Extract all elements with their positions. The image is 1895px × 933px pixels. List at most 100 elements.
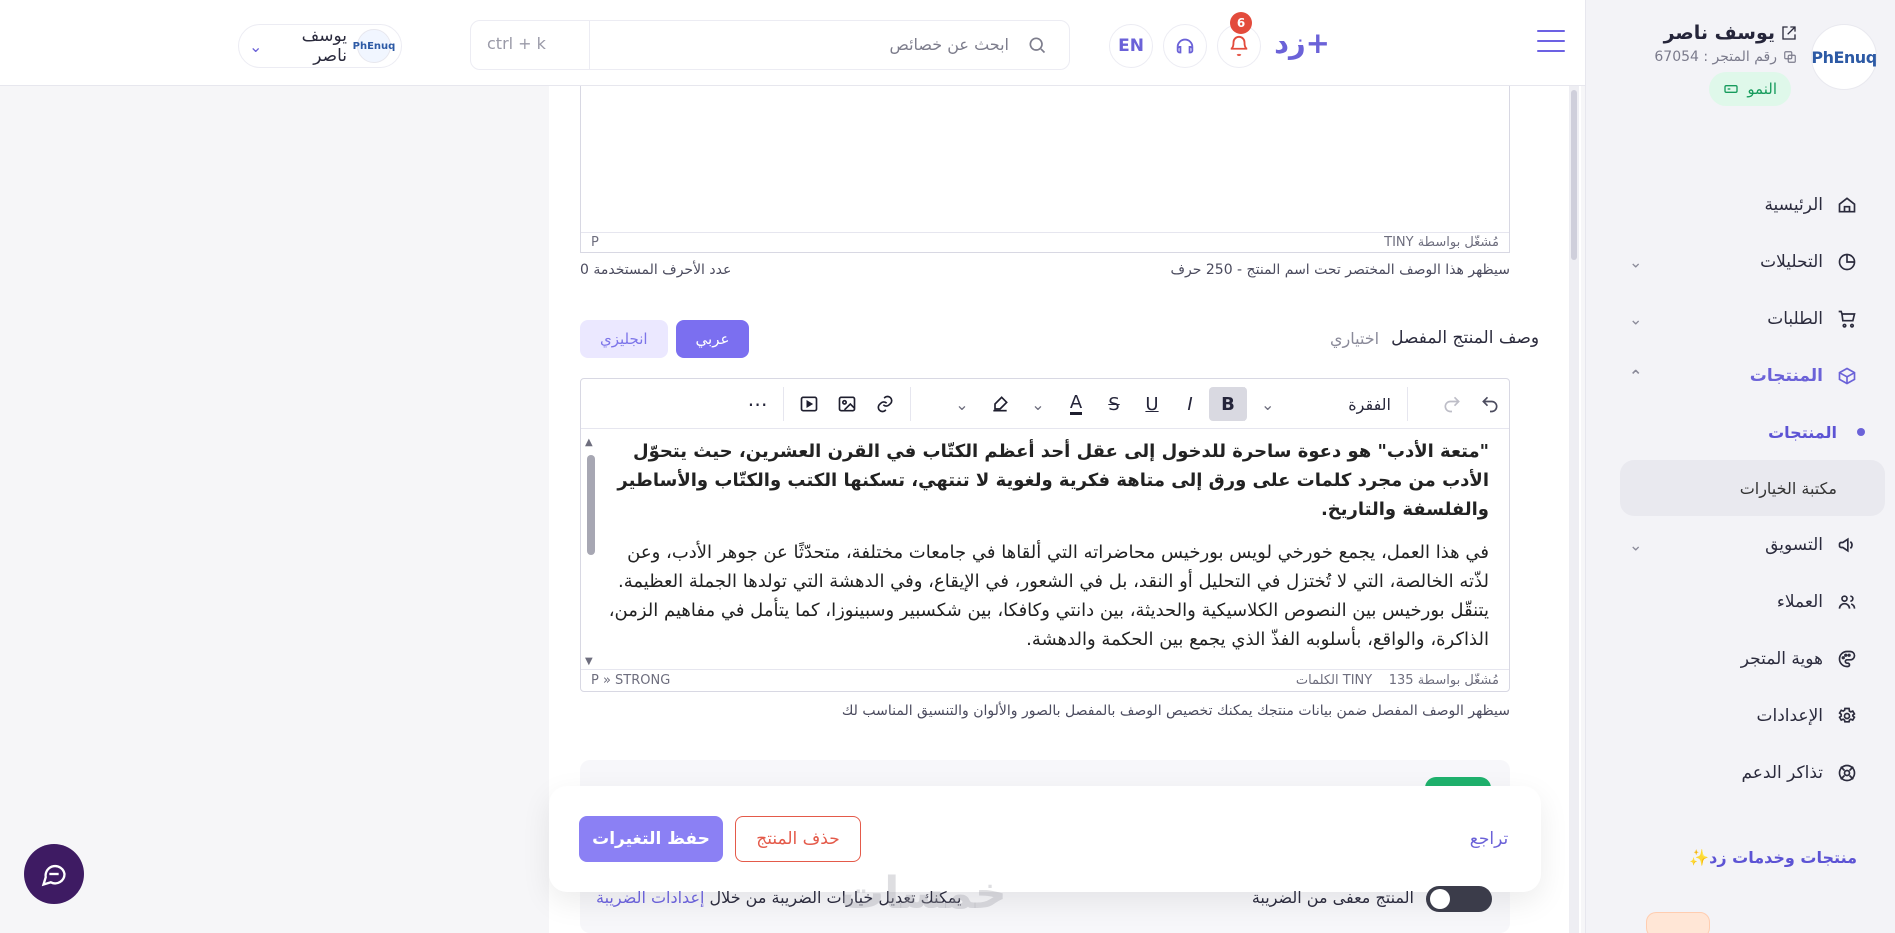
store-logo[interactable]: PhEnuq — [1811, 24, 1877, 90]
toolbar-separator — [910, 387, 911, 421]
search-placeholder: ابحث عن خصائص — [889, 35, 1009, 54]
tax-exempt-toggle[interactable] — [1426, 886, 1492, 912]
redo-icon — [1444, 396, 1460, 413]
chat-button[interactable] — [24, 844, 84, 904]
highlight-button[interactable] — [981, 387, 1019, 421]
search-icon — [1029, 37, 1046, 54]
page-scroll-thumb[interactable] — [1571, 90, 1577, 260]
copy-icon[interactable] — [1783, 50, 1797, 64]
sidebar-item-label: تذاكر الدعم — [1741, 762, 1823, 783]
short-editor-powered-by: مُشغّل بواسطة TINY — [1384, 235, 1499, 250]
sidebar-item-support-tickets[interactable]: تذاكر الدعم — [1585, 744, 1895, 801]
language-label: EN — [1118, 36, 1144, 56]
underline-button[interactable]: U — [1133, 387, 1171, 421]
editor-scroll-thumb[interactable] — [587, 455, 595, 555]
strikethrough-button[interactable]: S — [1095, 387, 1133, 421]
toolbar-paragraph: الفقرة ⌄ — [1238, 387, 1414, 421]
save-changes-button[interactable]: حفظ التغيرات — [579, 816, 723, 862]
editor-content[interactable]: "متعة الأدب" هو دعوة ساحرة للدخول إلى عق… — [597, 437, 1489, 667]
highlight-dropdown[interactable]: ⌄ — [943, 387, 981, 421]
support-button[interactable] — [1163, 24, 1207, 68]
undo-icon — [1482, 396, 1498, 413]
italic-button[interactable]: I — [1171, 387, 1209, 421]
char-count: عدد الأحرف المستخدمة 0 — [580, 262, 732, 278]
sidebar-item-store-identity[interactable]: هوية المتجر — [1585, 630, 1895, 687]
search-divider — [589, 21, 590, 69]
store-number: رقم المتجر : 67054 — [1654, 49, 1797, 65]
tax-settings-link[interactable]: إعدادات الضريبة — [596, 888, 704, 907]
content-language-tabs: عربي انجليزي — [580, 320, 750, 358]
text-color-dropdown[interactable]: ⌄ — [1019, 387, 1057, 421]
app-root: +زد 6 EN ابحث عن خصائص ctrl + k PhEnuq ي… — [0, 0, 1895, 933]
watermark: خمسات — [840, 868, 1007, 919]
image-icon — [838, 396, 856, 412]
external-link-icon — [1782, 26, 1796, 40]
subnav-item-options-library[interactable]: مكتبة الخيارات — [1620, 460, 1885, 516]
back-button[interactable]: تراجع — [1459, 816, 1519, 862]
chevron-down-icon: ⌄ — [955, 394, 969, 414]
sidebar-item-label: التسويق — [1765, 534, 1823, 555]
plan-badge[interactable]: النمو — [1709, 72, 1791, 106]
user-name: يوسف ناصر — [301, 26, 347, 66]
top-bar: +زد 6 EN ابحث عن خصائص ctrl + k PhEnuq ي… — [0, 0, 1585, 86]
sidebar-item-customers[interactable]: العملاء — [1585, 573, 1895, 630]
scroll-down-arrow-icon[interactable]: ▼ — [585, 656, 593, 667]
chevron-down-icon: ⌄ — [1629, 309, 1643, 328]
lifebuoy-icon — [1838, 764, 1856, 781]
sidebar-item-label: الطلبات — [1767, 308, 1823, 329]
sidebar-item-orders[interactable]: الطلبات ⌄ — [1585, 290, 1895, 347]
analytics-icon — [1838, 253, 1856, 270]
undo-button[interactable] — [1471, 387, 1509, 421]
language-toggle[interactable]: EN — [1109, 24, 1153, 68]
editor-toolbar: الفقرة ⌄ B I U S A ⌄ ⌄ ⋯ — [581, 379, 1509, 429]
sidebar-item-label: المنتجات — [1749, 365, 1823, 386]
media-button[interactable] — [790, 387, 828, 421]
tab-english[interactable]: انجليزي — [580, 320, 668, 358]
detailed-description-title: وصف المنتج المفصل — [1391, 328, 1540, 348]
image-button[interactable] — [828, 387, 866, 421]
zid-services-link[interactable]: منتجات وخدمات زد✨ — [1689, 848, 1857, 867]
tab-arabic[interactable]: عربي — [675, 320, 750, 358]
italic-icon: I — [1187, 393, 1193, 415]
brand-logo[interactable]: +زد — [1274, 26, 1331, 60]
sidebar-item-settings[interactable]: الإعدادات — [1585, 687, 1895, 744]
user-dropdown[interactable]: PhEnuq يوسف ناصر ⌄ — [238, 24, 402, 68]
hamburger-menu-icon[interactable] — [1537, 30, 1565, 52]
sidebar-item-marketing[interactable]: التسويق ⌄ — [1585, 516, 1895, 573]
chevron-down-icon: ⌄ — [1261, 394, 1275, 414]
detailed-description-editor[interactable]: الفقرة ⌄ B I U S A ⌄ ⌄ ⋯ "متعة الأدب" هو… — [580, 378, 1510, 692]
chevron-down-icon: ⌄ — [1031, 394, 1045, 414]
sidebar-item-analytics[interactable]: التحليلات ⌄ — [1585, 233, 1895, 290]
bell-icon — [1230, 36, 1248, 57]
editor-status-left: مُشغّل بواسطة TINY 135 الكلمات — [1296, 673, 1499, 688]
delete-product-button[interactable]: حذف المنتج — [735, 816, 861, 862]
detailed-description-hint: سيظهر الوصف المفصل ضمن بيانات منتجك يمكن… — [841, 703, 1510, 719]
paragraph-format-select[interactable]: الفقرة ⌄ — [1251, 387, 1401, 421]
more-button[interactable]: ⋯ — [739, 387, 777, 421]
store-name[interactable]: يوسف ناصر — [1664, 22, 1797, 44]
sidebar-item-products[interactable]: المنتجات ⌃ — [1585, 347, 1895, 404]
text-color-button[interactable]: A — [1057, 387, 1095, 421]
box-icon — [1838, 367, 1856, 384]
link-button[interactable] — [866, 387, 904, 421]
paragraph-format-label: الفقرة — [1348, 394, 1391, 414]
scroll-up-arrow-icon[interactable]: ▲ — [585, 437, 593, 448]
users-icon — [1838, 594, 1856, 609]
bold-button[interactable]: B — [1209, 387, 1247, 421]
redo-button[interactable] — [1433, 387, 1471, 421]
search-box[interactable]: ابحث عن خصائص ctrl + k — [470, 20, 1070, 70]
editor-scrollbar[interactable]: ▲ ▼ — [585, 437, 595, 667]
chat-icon — [41, 864, 66, 887]
short-description-editor[interactable]: مُشغّل بواسطة TINY P — [580, 86, 1510, 253]
editor-statusbar: مُشغّل بواسطة TINY 135 الكلمات P » STRON… — [581, 669, 1509, 691]
megaphone-icon — [1838, 537, 1853, 552]
toolbar-separator — [1407, 387, 1408, 421]
sidebar-nav: الرئيسية التحليلات ⌄ الطلبات ⌄ المنتجات … — [1585, 176, 1895, 801]
sidebar-item-home[interactable]: الرئيسية — [1585, 176, 1895, 233]
subnav-item-products[interactable]: المنتجات — [1610, 404, 1895, 460]
short-editor-hints: سيظهر هذا الوصف المختصر تحت اسم المنتج -… — [580, 262, 1510, 278]
search-shortcut: ctrl + k — [487, 34, 546, 53]
plan-label: النمو — [1747, 80, 1777, 98]
optional-label: اختياري — [1330, 328, 1380, 348]
tax-exempt-label: المنتج معفى من الضريبة — [1251, 888, 1414, 907]
